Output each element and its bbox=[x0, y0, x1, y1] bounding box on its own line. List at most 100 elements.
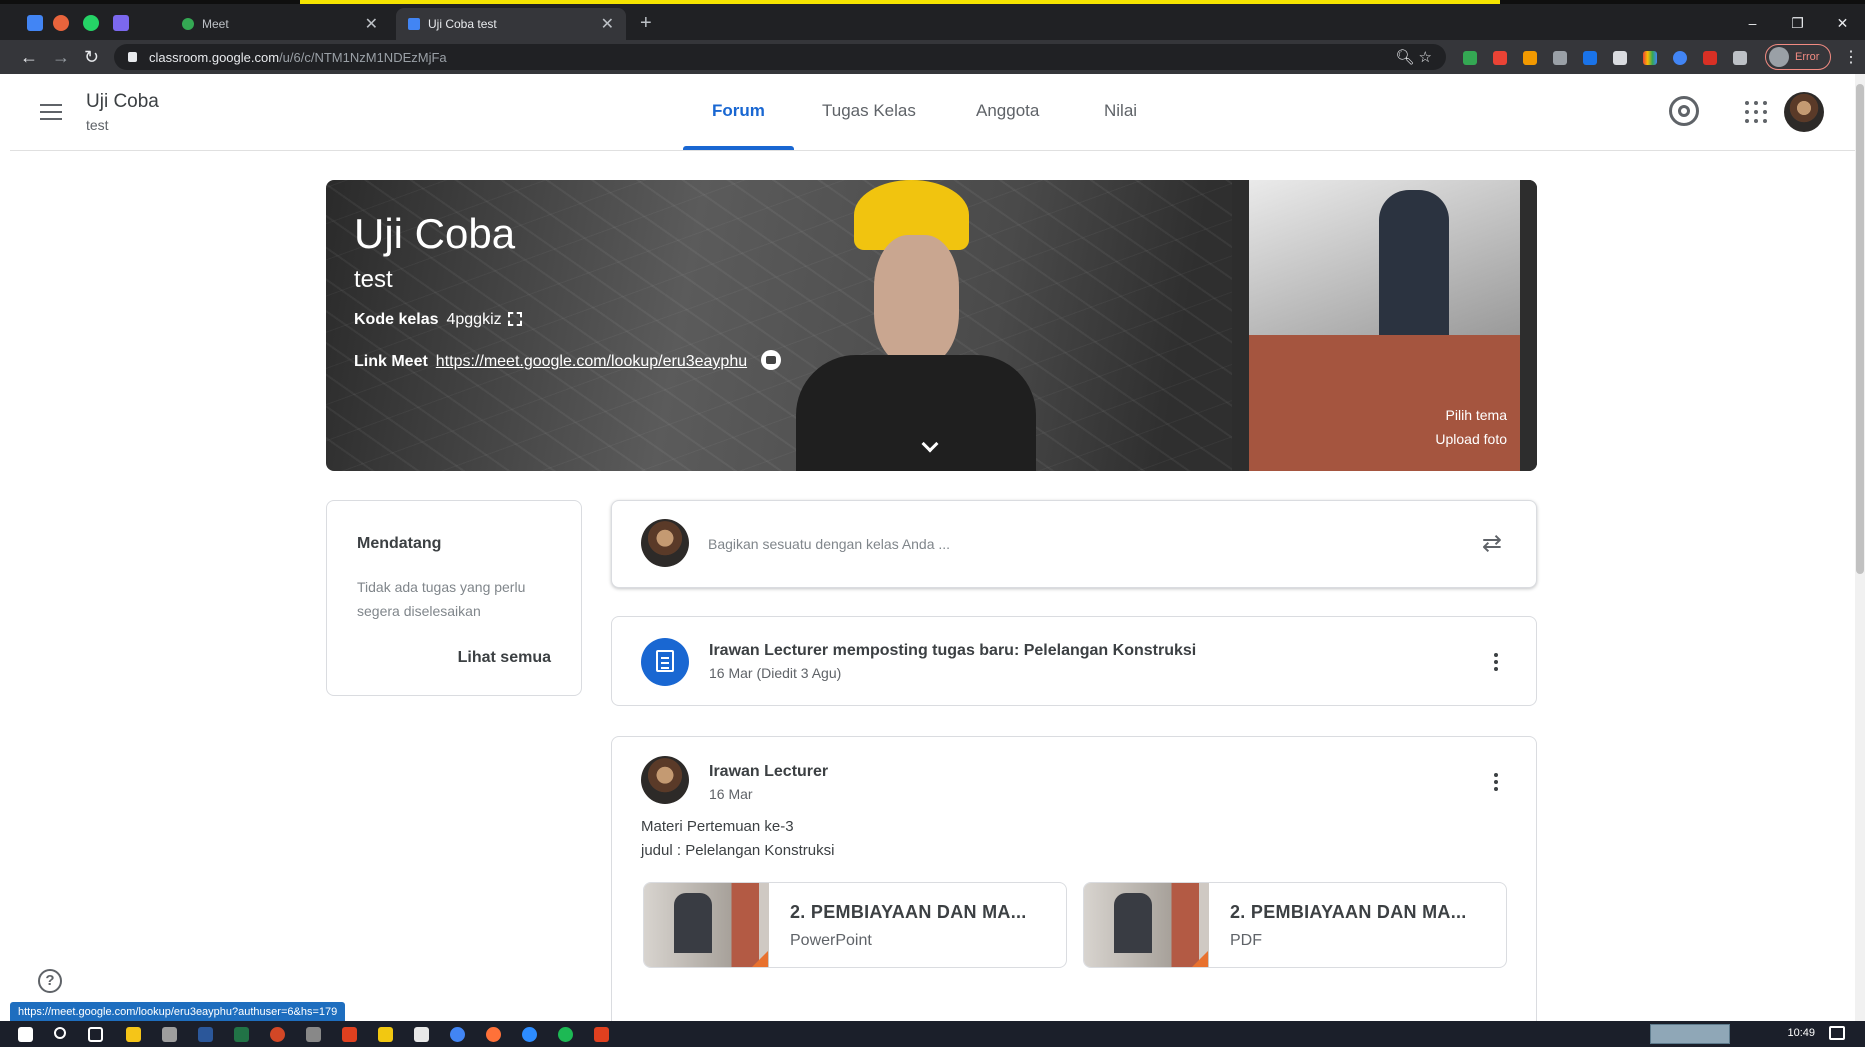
video-camera-icon[interactable] bbox=[761, 350, 782, 370]
class-section: test bbox=[86, 117, 109, 133]
acrobat-icon[interactable] bbox=[342, 1027, 357, 1042]
lock-icon bbox=[128, 52, 137, 62]
classroom-header: Uji Coba test Forum Tugas Kelas Anggota … bbox=[10, 74, 1855, 151]
status-bar-link: https://meet.google.com/lookup/eru3eayph… bbox=[10, 1002, 346, 1022]
restore-button[interactable]: ❐ bbox=[1775, 8, 1820, 38]
choose-theme-link[interactable]: Pilih tema bbox=[1446, 407, 1507, 423]
app-icon[interactable] bbox=[306, 1027, 321, 1042]
wrike-icon[interactable] bbox=[50, 12, 72, 34]
more-options-icon[interactable] bbox=[1494, 773, 1498, 794]
zoom-icon[interactable] bbox=[522, 1027, 537, 1042]
reload-icon[interactable]: ↻ bbox=[84, 47, 99, 67]
tab-nilai[interactable]: Nilai bbox=[1104, 101, 1137, 121]
attachment-card[interactable]: 2. PEMBIAYAAN DAN MA... PDF bbox=[1083, 882, 1507, 968]
meet-link-row: Link Meet https://meet.google.com/lookup/… bbox=[354, 350, 782, 371]
address-bar[interactable]: classroom.google.com/u/6/c/NTM1NzM1NDEzM… bbox=[114, 44, 1446, 70]
classroom-favicon-icon bbox=[408, 18, 420, 30]
assignment-post-card[interactable]: Irawan Lecturer memposting tugas baru: P… bbox=[611, 616, 1537, 706]
browser-tab-meet[interactable]: Meet ✕ bbox=[170, 8, 390, 40]
close-window-button[interactable]: ✕ bbox=[1820, 8, 1865, 38]
close-tab-icon[interactable]: ✕ bbox=[365, 14, 378, 34]
banner-suit-illustration bbox=[796, 355, 1036, 471]
extension-icon[interactable] bbox=[1673, 51, 1687, 65]
assignment-post-date: 16 Mar (Diedit 3 Agu) bbox=[709, 665, 842, 681]
whatsapp-icon[interactable] bbox=[80, 12, 102, 34]
chrome-icon[interactable] bbox=[450, 1027, 465, 1042]
app-icon[interactable] bbox=[414, 1027, 429, 1042]
tab-label: Meet bbox=[202, 17, 229, 31]
browser-toolbar: ← → ↻ classroom.google.com/u/6/c/NTM1NzM… bbox=[0, 40, 1865, 74]
repost-icon[interactable]: ⇄ bbox=[1482, 529, 1502, 558]
post-author: Irawan Lecturer bbox=[709, 763, 829, 780]
post-date: 16 Mar bbox=[709, 786, 753, 802]
app-icon[interactable] bbox=[378, 1027, 393, 1042]
extension-icon[interactable] bbox=[1643, 51, 1657, 65]
extension-icon[interactable] bbox=[1703, 51, 1717, 65]
extension-icon[interactable] bbox=[1553, 51, 1567, 65]
account-avatar[interactable] bbox=[1784, 92, 1824, 132]
google-apps-icon[interactable] bbox=[1745, 101, 1767, 123]
more-options-icon[interactable] bbox=[1494, 653, 1498, 674]
new-tab-button[interactable]: + bbox=[640, 12, 652, 34]
zoom-star-icons[interactable]: 🔍︎ ☆ bbox=[1395, 48, 1432, 66]
word-icon[interactable] bbox=[198, 1027, 213, 1042]
powerpoint-icon[interactable] bbox=[270, 1027, 285, 1042]
tab-tugas-kelas[interactable]: Tugas Kelas bbox=[822, 101, 916, 121]
extension-icon[interactable] bbox=[1613, 51, 1627, 65]
profile-status-label: Error bbox=[1795, 51, 1820, 63]
windows-taskbar: 10:49 bbox=[0, 1021, 1865, 1047]
tab-forum[interactable]: Forum bbox=[712, 101, 765, 121]
upcoming-title: Mendatang bbox=[357, 535, 442, 552]
url-host: classroom.google.com bbox=[149, 49, 280, 65]
firefox-icon[interactable] bbox=[486, 1027, 501, 1042]
back-arrow-icon[interactable]: ← bbox=[20, 47, 38, 67]
meet-favicon-icon bbox=[182, 18, 194, 30]
notion-icon[interactable] bbox=[110, 12, 132, 34]
excel-icon[interactable] bbox=[234, 1027, 249, 1042]
clock[interactable]: 10:49 bbox=[1787, 1027, 1815, 1039]
attachment-name: 2. PEMBIAYAAN DAN MA... bbox=[790, 902, 1027, 922]
banner-face-illustration bbox=[874, 235, 959, 365]
browser-menu-icon[interactable]: ⋮ bbox=[1843, 47, 1859, 67]
window-controls: – ❐ ✕ bbox=[1730, 8, 1865, 38]
extension-icon[interactable] bbox=[1493, 51, 1507, 65]
banner-photo bbox=[1249, 180, 1520, 471]
share-placeholder[interactable]: Bagikan sesuatu dengan kelas Anda ... bbox=[708, 536, 950, 552]
windows-start-icon[interactable] bbox=[18, 1027, 33, 1042]
profile-error-button[interactable]: Error bbox=[1765, 44, 1831, 70]
class-title[interactable]: Uji Coba bbox=[86, 91, 159, 113]
notification-icon[interactable] bbox=[1829, 1026, 1845, 1040]
extension-icon[interactable] bbox=[1523, 51, 1537, 65]
upcoming-card: Mendatang Tidak ada tugas yang perlu seg… bbox=[326, 500, 582, 696]
view-all-link[interactable]: Lihat semua bbox=[458, 649, 551, 667]
meet-link-label: Link Meet bbox=[354, 353, 428, 370]
puzzle-icon[interactable] bbox=[1733, 51, 1747, 65]
attachment-card[interactable]: 2. PEMBIAYAAN DAN MA... PowerPoint bbox=[643, 882, 1067, 968]
url-path: /u/6/c/NTM1NzM1NDEzMjFa bbox=[279, 49, 447, 65]
extension-icon[interactable] bbox=[1583, 51, 1597, 65]
close-tab-icon[interactable]: ✕ bbox=[601, 14, 614, 34]
upload-photo-link[interactable]: Upload foto bbox=[1435, 431, 1507, 447]
attachment-type: PowerPoint bbox=[790, 932, 872, 949]
help-icon[interactable]: ? bbox=[38, 969, 62, 993]
main-menu-icon[interactable] bbox=[40, 104, 62, 125]
acrobat-icon[interactable] bbox=[594, 1027, 609, 1042]
share-box[interactable]: Bagikan sesuatu dengan kelas Anda ... ⇄ bbox=[611, 500, 1537, 588]
page-scrollbar[interactable] bbox=[1855, 74, 1865, 1021]
calendar-icon[interactable] bbox=[24, 12, 46, 34]
task-view-icon[interactable] bbox=[88, 1027, 103, 1042]
forward-arrow-icon[interactable]: → bbox=[52, 47, 70, 67]
class-code-value: 4pggkiz bbox=[446, 311, 502, 328]
minimize-button[interactable]: – bbox=[1730, 8, 1775, 38]
settings-gear-icon[interactable] bbox=[1669, 96, 1699, 126]
tab-anggota[interactable]: Anggota bbox=[976, 101, 1039, 121]
file-explorer-icon[interactable] bbox=[126, 1027, 141, 1042]
browser-tab-classroom[interactable]: Uji Coba test ✕ bbox=[396, 8, 626, 40]
attachment-thumbnail bbox=[644, 883, 769, 967]
extension-icon[interactable] bbox=[1463, 51, 1477, 65]
meet-link[interactable]: https://meet.google.com/lookup/eru3eayph… bbox=[436, 353, 747, 370]
fullscreen-icon[interactable] bbox=[507, 312, 522, 326]
app-icon[interactable] bbox=[162, 1027, 177, 1042]
spotify-icon[interactable] bbox=[558, 1027, 573, 1042]
search-icon[interactable] bbox=[54, 1027, 66, 1039]
